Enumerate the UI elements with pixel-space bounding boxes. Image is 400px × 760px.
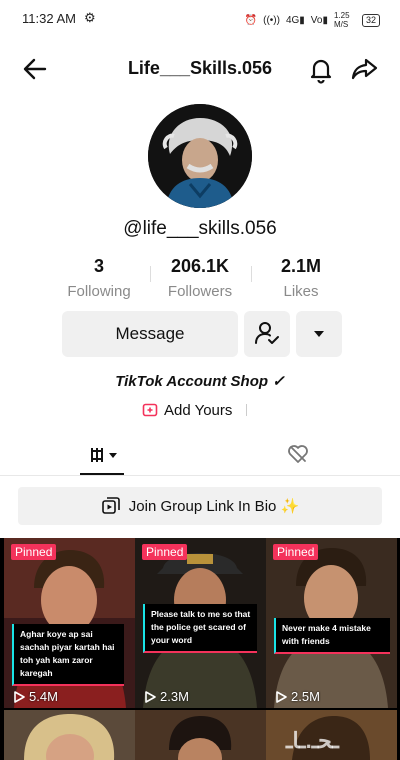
video-grid: Pinned Aghar koye ap sai sachah piyar ka…	[0, 538, 400, 760]
thumbnail-image	[4, 710, 135, 760]
thumbnail-image	[135, 710, 266, 760]
stat-label: Following	[67, 283, 131, 300]
avatar[interactable]	[148, 104, 252, 208]
view-count: 5.4M	[13, 689, 58, 704]
signal-4g-icon: 4G▮	[285, 14, 305, 26]
add-box-icon	[142, 403, 158, 417]
view-count-value: 5.4M	[29, 689, 58, 704]
group-link-banner[interactable]: Join Group Link In Bio ✨	[18, 487, 382, 525]
stat-followers[interactable]: 206.1K Followers	[150, 256, 250, 300]
add-yours-button[interactable]: Add Yours	[142, 400, 232, 420]
share-arrow-icon	[351, 58, 378, 80]
video-thumbnail[interactable]	[4, 710, 135, 760]
network-speed: 1.25 M/S	[333, 11, 350, 29]
profile-header: Life___Skills.056	[0, 42, 400, 94]
settings-gear-icon: ⚙	[84, 10, 96, 25]
profile-handle: @life___skills.056	[123, 218, 277, 239]
battery-icon: 32	[361, 13, 380, 27]
heart-hidden-icon	[288, 445, 308, 463]
video-thumbnail[interactable]: Pinned Aghar koye ap sai sachah piyar ka…	[4, 538, 135, 708]
hotspot-icon: ((•))	[263, 14, 280, 26]
person-check-icon	[255, 322, 279, 344]
profile-bio: TikTok Account Shop ✓	[115, 373, 285, 390]
stat-label: Followers	[167, 283, 233, 300]
tab-videos[interactable]	[80, 440, 124, 470]
stat-value: 2.1M	[280, 256, 322, 276]
notifications-button[interactable]	[306, 54, 336, 84]
avatar-image	[148, 104, 252, 208]
pinned-badge: Pinned	[11, 544, 57, 560]
video-thumbnail[interactable]: Pinned Never make 4 mistake with friends…	[266, 538, 397, 708]
alarm-icon: ⏰	[244, 14, 258, 26]
group-link-label: Join Group Link In Bio ✨	[128, 498, 300, 515]
stat-label: Likes	[283, 283, 319, 300]
view-count: 2.3M	[144, 689, 189, 704]
status-icons: ⏰ ((•)) 4G▮ Vo▮ 1.25 M/S 32	[245, 11, 380, 29]
active-tab-indicator	[80, 473, 124, 475]
view-count: 2.5M	[275, 689, 320, 704]
following-button[interactable]	[244, 311, 290, 357]
play-icon	[14, 690, 25, 703]
pinned-badge: Pinned	[142, 544, 188, 560]
video-caption: Never make 4 mistake with friends	[274, 618, 390, 654]
stat-following[interactable]: 3 Following	[49, 256, 149, 300]
profile-screen: 11:32 AM ⚙ ⏰ ((•)) 4G▮ Vo▮ 1.25 M/S 32 L…	[0, 0, 400, 760]
content-tabs	[0, 436, 400, 476]
video-caption: Please talk to me so that the police get…	[143, 604, 257, 653]
video-caption: Aghar koye ap sai sachah piyar kartah ha…	[12, 624, 124, 686]
triangle-down-icon	[314, 331, 324, 337]
tab-liked[interactable]	[286, 442, 310, 466]
status-time: 11:32 AM	[22, 11, 76, 26]
video-thumbnail[interactable]: Pinned Please talk to me so that the pol…	[135, 538, 266, 708]
pinned-badge: Pinned	[273, 544, 319, 560]
bell-icon	[310, 59, 332, 84]
video-thumbnail[interactable]	[135, 710, 266, 760]
stat-likes[interactable]: 2.1M Likes	[251, 256, 351, 300]
watermark-logo: ـحـ.ـاـ	[286, 728, 339, 753]
view-count-value: 2.3M	[160, 689, 189, 704]
group-link-icon	[101, 497, 120, 514]
grid-icon	[91, 448, 117, 462]
status-bar: 11:32 AM ⚙ ⏰ ((•)) 4G▮ Vo▮ 1.25 M/S 32	[0, 0, 400, 36]
stat-value: 206.1K	[170, 256, 230, 276]
message-button[interactable]: Message	[62, 311, 238, 357]
add-yours-label: Add Yours	[164, 401, 233, 419]
page-title: Life___Skills.056	[127, 58, 273, 78]
stat-value: 3	[93, 256, 104, 276]
view-count-value: 2.5M	[291, 689, 320, 704]
play-icon	[145, 690, 156, 703]
signal-volte-icon: Vo▮	[310, 14, 328, 26]
share-button[interactable]	[349, 54, 379, 84]
suggested-accounts-button[interactable]	[296, 311, 342, 357]
divider	[246, 404, 247, 416]
play-icon	[276, 690, 287, 703]
